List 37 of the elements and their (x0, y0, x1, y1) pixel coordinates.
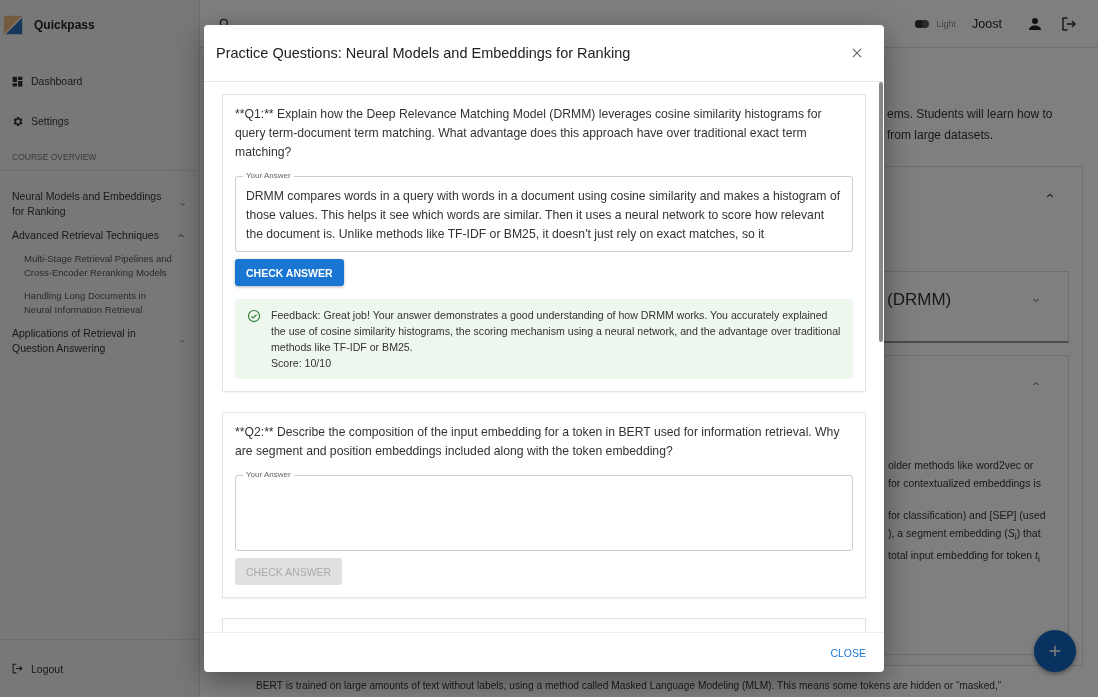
app-name: Quickpass (34, 18, 95, 32)
logo-icon (2, 14, 24, 36)
field-label: Your Answer (243, 470, 294, 480)
intro-text: from large datasets. (887, 127, 995, 144)
theme-toggle[interactable] (914, 19, 929, 28)
section-title: (DRMM) (887, 290, 953, 310)
course-item[interactable]: Advanced Retrieval Techniques (12, 228, 187, 243)
course-item[interactable]: Applications of Retrieval in Question Answering (12, 326, 187, 356)
dialog-title: Practice Questions: Neural Models and Embeddings for Ranking (216, 45, 631, 61)
body-text: for classification) and [SEP] (used (888, 508, 1047, 523)
lesson-link[interactable]: Multi-Stage Retrieval Pipelines and Cross-Encoder Reranking Models (12, 252, 172, 280)
logout-icon[interactable] (1060, 14, 1078, 33)
logout-icon (11, 662, 24, 675)
check-circle-icon (247, 309, 261, 323)
course-item[interactable]: Neural Models and Embeddings for Ranking (12, 189, 187, 219)
body-text: older methods like word2vec or (888, 458, 1035, 473)
nav-link[interactable]: Dashboard (0, 72, 199, 90)
question-text: **Q1:** Explain how the Deep Relevance Matching Model (DRMM) leverages cosine similarity histograms for query term-document term matching. What advantage does this approach have over traditional exact term matching? (235, 106, 823, 161)
check-answer-button[interactable]: CHECK ANSWER (235, 259, 344, 286)
body-text: BERT is trained on large amounts of text without labels, using a method called Masked Language Modeling (MLM). This means some tokens are hidden or “masked,” (256, 679, 1003, 693)
intro-text: ems. Students will learn how to (887, 106, 1054, 123)
close-icon[interactable] (850, 46, 864, 60)
scrollbar[interactable] (879, 82, 883, 342)
close-button[interactable]: CLOSE (824, 642, 872, 663)
body-text: for contextualized embeddings is (888, 476, 1042, 491)
plus-icon (1047, 643, 1063, 659)
settings-icon (11, 114, 24, 128)
field-label: Your Answer (243, 171, 294, 181)
dashboard-icon (11, 74, 24, 88)
lesson-link[interactable]: Handling Long Documents in Neural Information Retrieval (12, 289, 172, 317)
nav-link[interactable]: Settings (0, 112, 199, 130)
feedback-text: Feedback: Great job! Your answer demonstrates a good understanding of how DRMM works. You accurately explained the use of cosine similarity histograms, the scoring mechanism using a neural network, and the advantage over traditional methods like TF-IDF or BM25. (271, 308, 841, 355)
score-text: Score: 10/10 (271, 356, 333, 371)
question-text: **Q2:** Describe the composition of the input embedding for a token in BERT used for information retrieval. Why are segment and position embeddings included along with the token embedding? (235, 424, 841, 460)
user-name: Joost (972, 16, 1002, 31)
body-text: ), a segment embedding (S$_{i}$) that (888, 526, 1042, 545)
logout-link[interactable]: Logout (0, 639, 199, 697)
